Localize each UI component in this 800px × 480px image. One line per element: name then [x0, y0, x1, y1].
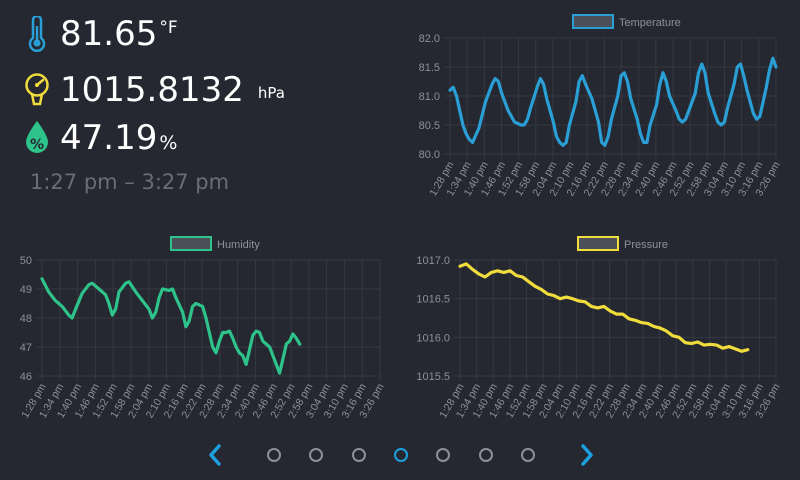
humidity-value: 47.19	[60, 118, 158, 158]
pressure-readout: 1015.8132 hPa	[24, 72, 285, 108]
page-navigation	[0, 442, 800, 468]
drop-percent-icon: %	[24, 120, 50, 156]
legend-label: Pressure	[624, 239, 668, 251]
pressure-chart: Pressure1017.01016.51016.01015.51:28 pm1…	[416, 236, 783, 420]
series-line	[40, 277, 302, 375]
y-tick-label: 80.0	[419, 149, 440, 161]
chart-legend: Temperature	[572, 14, 681, 29]
legend-swatch	[577, 236, 619, 251]
page-dot[interactable]	[479, 448, 493, 462]
temperature-unit: °F	[159, 18, 178, 38]
series-line	[458, 262, 750, 353]
y-tick-label: 82.0	[419, 33, 440, 45]
y-tick-label: 46	[20, 371, 32, 383]
y-tick-label: 1016.0	[416, 332, 450, 344]
thermometer-icon	[24, 16, 50, 52]
chevron-right-icon[interactable]	[573, 442, 599, 468]
chart-legend: Pressure	[577, 236, 668, 251]
time-range: 1:27 pm – 3:27 pm	[30, 170, 230, 194]
page-dot-active[interactable]	[394, 448, 408, 462]
y-tick-label: 48	[20, 313, 32, 325]
temperature-value: 81.65	[60, 14, 158, 54]
gauge-icon	[24, 72, 50, 108]
y-tick-label: 81.0	[419, 91, 440, 103]
page-dot[interactable]	[309, 448, 323, 462]
temperature-readout: 81.65 °F	[24, 16, 178, 52]
chevron-left-icon[interactable]	[203, 442, 229, 468]
series-line	[448, 56, 778, 147]
y-tick-label: 47	[20, 342, 32, 354]
legend-swatch	[572, 14, 614, 29]
page-dot[interactable]	[352, 448, 366, 462]
y-tick-label: 81.5	[419, 62, 440, 74]
humidity-chart: Humidity50494847461:28 pm1:34 pm1:40 pm1…	[19, 236, 387, 420]
y-tick-label: 1015.5	[416, 371, 450, 383]
page-dot[interactable]	[267, 448, 281, 462]
y-tick-label: 1016.5	[416, 294, 450, 306]
y-tick-label: 49	[20, 284, 32, 296]
legend-swatch	[170, 236, 212, 251]
chart-legend: Humidity	[170, 236, 260, 251]
svg-text:%: %	[30, 137, 44, 153]
y-tick-label: 50	[20, 255, 32, 267]
temperature-chart: Temperature82.081.581.080.580.01:28 pm1:…	[419, 14, 783, 198]
page-dot[interactable]	[521, 448, 535, 462]
pressure-value: 1015.8132	[60, 70, 244, 110]
humidity-readout: % 47.19 %	[24, 120, 177, 156]
legend-label: Humidity	[217, 239, 260, 251]
y-tick-label: 1017.0	[416, 255, 450, 267]
y-tick-label: 80.5	[419, 120, 440, 132]
humidity-unit: %	[159, 132, 178, 154]
legend-label: Temperature	[619, 17, 681, 29]
page-dot[interactable]	[436, 448, 450, 462]
pressure-unit: hPa	[257, 84, 285, 102]
